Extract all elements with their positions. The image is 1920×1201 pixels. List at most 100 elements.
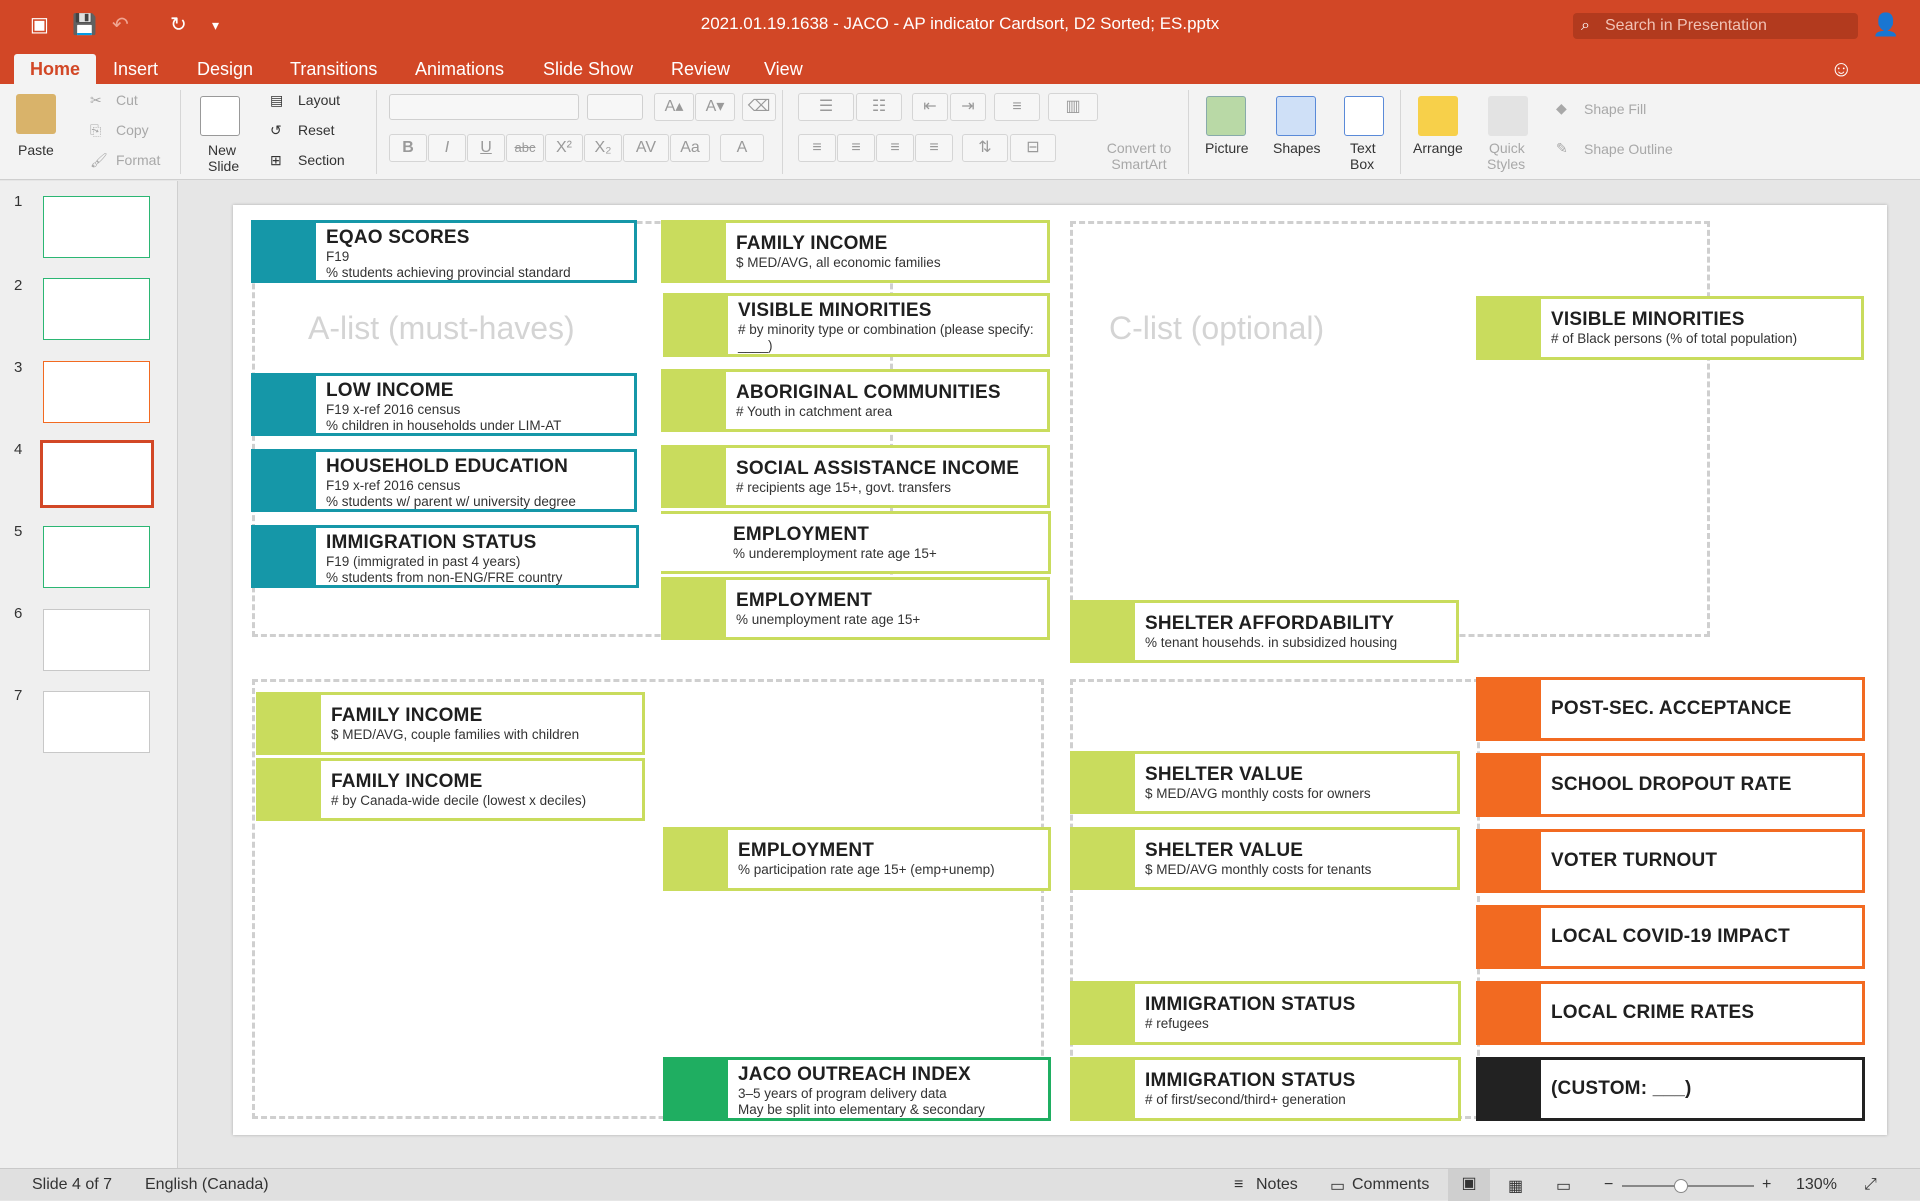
copy-button[interactable]: Copy (116, 122, 149, 138)
indicator-card[interactable]: LOW INCOME F19 x-ref 2016 census% childre… (251, 373, 637, 436)
columns-icon[interactable]: ▥ (1048, 93, 1098, 121)
font-color-icon[interactable]: A (720, 134, 764, 162)
indicator-card[interactable]: EMPLOYMENT% unemployment rate age 15+ (661, 577, 1050, 640)
arrange-icon[interactable] (1418, 96, 1458, 136)
cut-button[interactable]: Cut (116, 92, 138, 108)
indicator-card[interactable]: HOUSEHOLD EDUCATION F19 x-ref 2016 census… (251, 449, 637, 512)
convert-smartart-label-2[interactable]: SmartArt (1106, 156, 1172, 172)
decrease-indent-icon[interactable]: ⇤ (912, 93, 948, 121)
tab-transitions[interactable]: Transitions (274, 54, 393, 84)
align-left-icon[interactable]: ≡ (798, 134, 836, 162)
tab-animations[interactable]: Animations (399, 54, 520, 84)
thumbnail-slide-6[interactable] (43, 609, 150, 671)
convert-smartart-label-1[interactable]: Convert to (1106, 140, 1172, 156)
zoom-level[interactable]: 130% (1796, 1176, 1837, 1194)
search-input[interactable]: ⌕ Search in Presentation (1573, 13, 1858, 39)
tab-review[interactable]: Review (655, 54, 746, 84)
font-name-select[interactable] (389, 94, 579, 120)
layout-button[interactable]: Layout (298, 92, 340, 108)
zoom-slider[interactable] (1622, 1179, 1754, 1193)
thumbnail-slide-4[interactable] (40, 440, 154, 508)
underline-button[interactable]: U (467, 134, 505, 162)
new-slide-label-2[interactable]: Slide (208, 158, 239, 174)
picture-button[interactable]: Picture (1205, 140, 1249, 156)
superscript-icon[interactable]: X² (545, 134, 583, 162)
indicator-card[interactable]: IMMIGRATION STATUS F19 (immigrated in pas… (251, 525, 639, 588)
decrease-font-icon[interactable]: A▾ (695, 93, 735, 121)
zoom-in-icon[interactable]: + (1762, 1176, 1771, 1194)
quick-styles-label-2[interactable]: Styles (1487, 156, 1525, 172)
align-text-icon[interactable]: ⊟ (1010, 134, 1056, 162)
tab-view[interactable]: View (748, 54, 819, 84)
indicator-card[interactable]: EMPLOYMENT% participation rate age 15+ (… (663, 827, 1051, 891)
language-indicator[interactable]: English (Canada) (145, 1176, 269, 1194)
indicator-card[interactable]: ABORIGINAL COMMUNITIES # Youth in catchme… (661, 369, 1050, 432)
indicator-card[interactable]: EQAO SCORES F19% students achieving provi… (251, 220, 637, 283)
align-right-icon[interactable]: ≡ (876, 134, 914, 162)
justify-icon[interactable]: ≡ (915, 134, 953, 162)
comments-button[interactable]: Comments (1352, 1176, 1429, 1194)
increase-font-icon[interactable]: A▴ (654, 93, 694, 121)
italic-button[interactable]: I (428, 134, 466, 162)
indicator-card[interactable]: LOCAL COVID-19 IMPACT (1476, 905, 1865, 969)
font-size-select[interactable] (587, 94, 643, 120)
paste-clipboard-icon[interactable] (16, 94, 56, 134)
thumbnail-slide-7[interactable] (43, 691, 150, 753)
indicator-card[interactable]: SOCIAL ASSISTANCE INCOME # recipients age… (661, 445, 1050, 508)
align-center-icon[interactable]: ≡ (837, 134, 875, 162)
tab-design[interactable]: Design (181, 54, 269, 84)
paste-button[interactable]: Paste (18, 142, 54, 158)
character-spacing-icon[interactable]: AV (623, 134, 669, 162)
shapes-button[interactable]: Shapes (1273, 140, 1320, 156)
indicator-card[interactable]: IMMIGRATION STATUS # of first/second/thir… (1070, 1057, 1461, 1121)
indicator-card[interactable]: FAMILY INCOME # by Canada-wide decile (lo… (256, 758, 645, 821)
text-direction-icon[interactable]: ⇅ (962, 134, 1008, 162)
text-box-label-1[interactable]: Text (1350, 140, 1376, 156)
indicator-card[interactable]: VOTER TURNOUT (1476, 829, 1865, 893)
slide-sorter-icon[interactable]: ▦ (1508, 1176, 1523, 1196)
line-spacing-icon[interactable]: ≡ (994, 93, 1040, 121)
text-box-icon[interactable] (1344, 96, 1384, 136)
new-slide-label-1[interactable]: New (208, 142, 236, 158)
indicator-card[interactable]: JACO OUTREACH INDEX 3–5 years of program … (663, 1057, 1051, 1121)
picture-icon[interactable] (1206, 96, 1246, 136)
indicator-card[interactable]: IMMIGRATION STATUS # refugees (1070, 981, 1461, 1045)
fit-to-window-icon[interactable]: ⤢ (1864, 1176, 1877, 1194)
presenter-view-icon[interactable]: ▭ (1556, 1176, 1571, 1196)
thumbnail-slide-1[interactable] (43, 196, 150, 258)
section-button[interactable]: Section (298, 152, 345, 168)
shape-fill-button[interactable]: Shape Fill (1584, 101, 1646, 117)
indicator-card[interactable]: SCHOOL DROPOUT RATE (1476, 753, 1865, 817)
indicator-card[interactable]: SHELTER AFFORDABILITY% tenant househds. … (1070, 600, 1459, 663)
reset-button[interactable]: Reset (298, 122, 335, 138)
clear-formatting-icon[interactable]: ⌫ (742, 93, 776, 121)
bold-button[interactable]: B (389, 134, 427, 162)
zoom-out-icon[interactable]: − (1604, 1176, 1613, 1194)
zoom-slider-knob[interactable] (1674, 1179, 1689, 1193)
indicator-card[interactable]: EMPLOYMENT% underemployment rate age 15+ (661, 511, 1051, 574)
text-box-label-2[interactable]: Box (1350, 156, 1374, 172)
indicator-card[interactable]: SHELTER VALUE $ MED/AVG monthly costs for… (1070, 751, 1460, 814)
shapes-icon[interactable] (1276, 96, 1316, 136)
indicator-card[interactable]: VISIBLE MINORITIES # of Black persons (% … (1476, 296, 1864, 360)
arrange-button[interactable]: Arrange (1413, 140, 1463, 156)
shape-outline-button[interactable]: Shape Outline (1584, 141, 1673, 157)
indicator-card[interactable]: FAMILY INCOME $ MED/AVG, couple families … (256, 692, 645, 755)
normal-view-icon[interactable]: ▣ (1448, 1169, 1490, 1201)
indicator-card[interactable]: VISIBLE MINORITIES # by minority type or … (663, 293, 1050, 357)
thumbnail-slide-2[interactable] (43, 278, 150, 340)
tab-slide-show[interactable]: Slide Show (527, 54, 649, 84)
format-painter-button[interactable]: Format (116, 152, 160, 168)
thumbnail-slide-5[interactable] (43, 526, 150, 588)
change-case-icon[interactable]: Aa (670, 134, 710, 162)
share-icon[interactable]: 👤 (1872, 12, 1899, 38)
indicator-card[interactable]: FAMILY INCOME $ MED/AVG, all economic fam… (661, 220, 1050, 283)
subscript-icon[interactable]: X₂ (584, 134, 622, 162)
feedback-smiley-icon[interactable]: ☺ (1830, 56, 1852, 82)
notes-button[interactable]: Notes (1256, 1176, 1298, 1194)
indicator-card[interactable]: SHELTER VALUE $ MED/AVG monthly costs for… (1070, 827, 1460, 890)
increase-indent-icon[interactable]: ⇥ (950, 93, 986, 121)
indicator-card[interactable]: (CUSTOM: ___) (1476, 1057, 1865, 1121)
quick-styles-label-1[interactable]: Quick (1489, 140, 1525, 156)
slide[interactable]: A-list (must-haves) C-list (optional) EQ… (233, 205, 1887, 1135)
